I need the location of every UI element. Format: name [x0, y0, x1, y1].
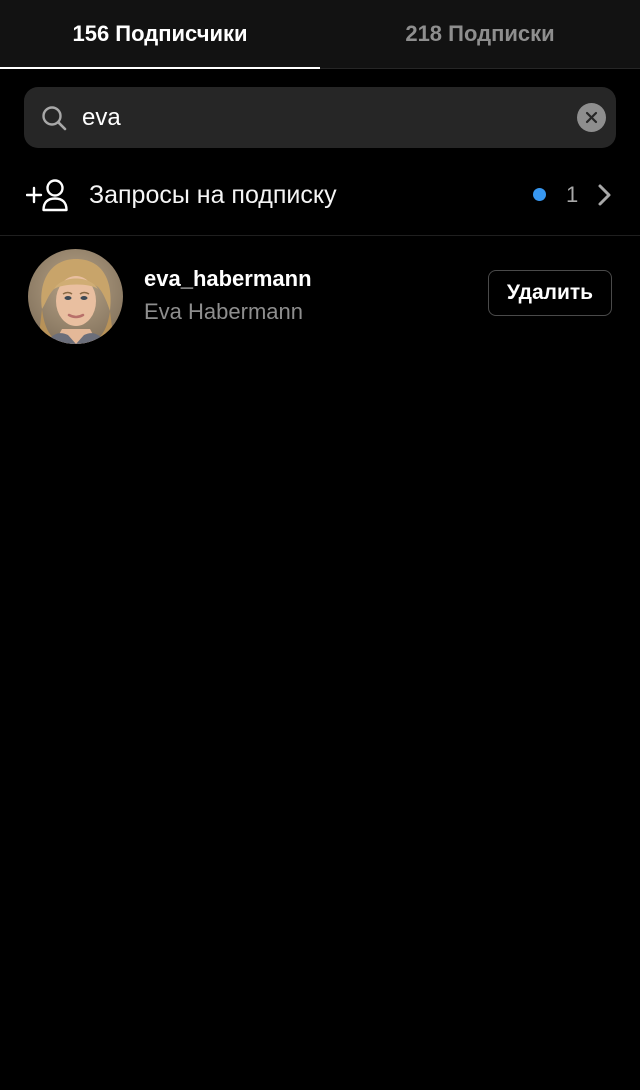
search-icon — [42, 106, 67, 131]
follow-requests-row[interactable]: Запросы на подписку 1 — [0, 155, 640, 236]
search-bar[interactable] — [24, 87, 616, 148]
follow-requests-count: 1 — [566, 182, 579, 207]
username: eva_habermann — [144, 266, 312, 291]
unread-dot — [533, 188, 546, 201]
followers-screen: 156 Подписчики 218 Подписки Запросы на п… — [0, 0, 640, 1090]
search-input[interactable] — [82, 87, 562, 148]
chevron-right-icon — [598, 184, 611, 206]
tab-following-label: 218 Подписки — [405, 21, 555, 46]
full-name: Eva Habermann — [144, 299, 303, 324]
close-icon[interactable] — [577, 103, 606, 132]
tab-following[interactable]: 218 Подписки — [320, 0, 640, 68]
list-item[interactable]: eva_habermann Eva Habermann Удалить — [0, 240, 640, 352]
follow-requests-label: Запросы на подписку — [89, 181, 337, 209]
tab-bar: 156 Подписчики 218 Подписки — [0, 0, 640, 69]
tab-followers-label: 156 Подписчики — [72, 21, 248, 46]
avatar[interactable] — [28, 249, 123, 344]
add-user-icon — [26, 179, 68, 212]
remove-follower-button[interactable]: Удалить — [488, 270, 612, 316]
avatar-image — [28, 249, 123, 344]
close-glyph — [585, 111, 598, 124]
tab-followers[interactable]: 156 Подписчики — [0, 0, 320, 69]
